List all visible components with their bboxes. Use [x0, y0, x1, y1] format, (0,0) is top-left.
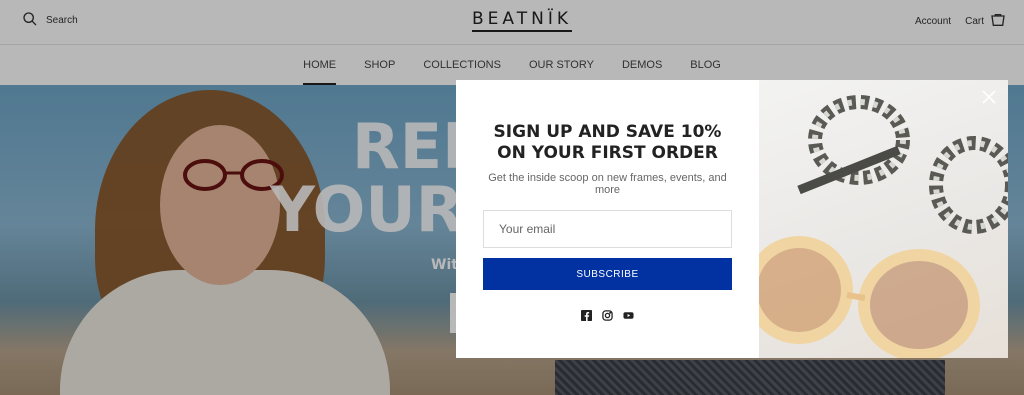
- subscribe-button[interactable]: SUBSCRIBE: [483, 258, 732, 290]
- social-links: [483, 310, 732, 321]
- youtube-icon[interactable]: [623, 310, 634, 321]
- modal-content: SIGN UP AND SAVE 10% ON YOUR FIRST ORDER…: [456, 80, 759, 358]
- email-placeholder: Your email: [499, 222, 556, 236]
- email-field[interactable]: Your email: [483, 210, 732, 248]
- modal-title: SIGN UP AND SAVE 10% ON YOUR FIRST ORDER: [493, 122, 722, 163]
- facebook-icon[interactable]: [581, 310, 592, 321]
- modal-subtitle: Get the inside scoop on new frames, even…: [488, 172, 727, 196]
- modal-image: [759, 80, 1008, 358]
- newsletter-modal: SIGN UP AND SAVE 10% ON YOUR FIRST ORDER…: [456, 80, 1008, 358]
- eyeglasses-image: [759, 95, 1008, 358]
- close-icon[interactable]: [982, 90, 996, 104]
- instagram-icon[interactable]: [602, 310, 613, 321]
